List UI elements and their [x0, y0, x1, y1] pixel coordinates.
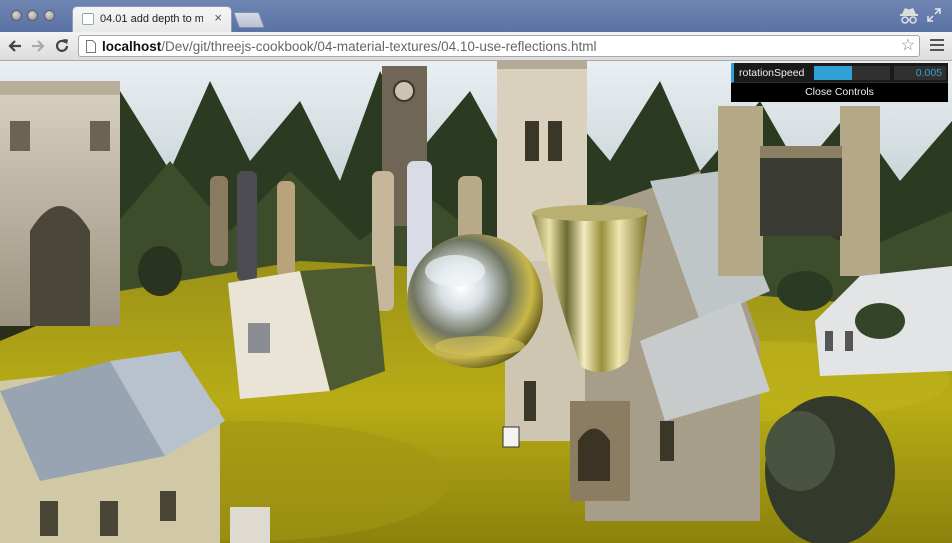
page-favicon-icon — [82, 13, 94, 25]
threejs-canvas[interactable] — [0, 61, 952, 543]
zoom-window-button[interactable] — [44, 10, 55, 21]
page-icon — [86, 40, 96, 53]
fullscreen-icon[interactable] — [926, 7, 942, 23]
incognito-icon — [900, 8, 918, 24]
tab-close-icon[interactable]: × — [214, 11, 222, 25]
rotation-speed-label: rotationSpeed — [739, 67, 805, 79]
browser-titlebar: 04.01 add depth to mesh × — [0, 0, 952, 32]
scene-render — [0, 61, 952, 543]
browser-tab-active[interactable]: 04.01 add depth to mesh × — [72, 6, 232, 32]
address-bar[interactable]: localhost/Dev/git/threejs-cookbook/04-ma… — [78, 35, 920, 57]
rotation-speed-slider[interactable] — [814, 66, 890, 80]
back-arrow-icon[interactable] — [6, 37, 24, 55]
close-window-button[interactable] — [11, 10, 22, 21]
new-tab-button[interactable] — [233, 12, 265, 28]
url-text: localhost/Dev/git/threejs-cookbook/04-ma… — [102, 39, 597, 54]
dat-gui-panel: rotationSpeed 0.005 Close Controls — [731, 63, 948, 102]
browser-toolbar: localhost/Dev/git/threejs-cookbook/04-ma… — [0, 32, 952, 61]
minimize-window-button[interactable] — [27, 10, 38, 21]
rotation-speed-value-input[interactable]: 0.005 — [894, 66, 946, 80]
close-controls-button[interactable]: Close Controls — [731, 83, 948, 102]
gui-control-rotation-speed: rotationSpeed 0.005 — [731, 63, 948, 83]
tab-title: 04.01 add depth to mesh — [100, 13, 203, 25]
forward-arrow-icon[interactable] — [29, 37, 47, 55]
menu-icon[interactable] — [930, 39, 944, 53]
bookmark-star-icon[interactable]: ☆ — [901, 37, 915, 55]
reload-icon[interactable] — [53, 37, 71, 55]
rotation-speed-slider-fill — [814, 66, 852, 80]
